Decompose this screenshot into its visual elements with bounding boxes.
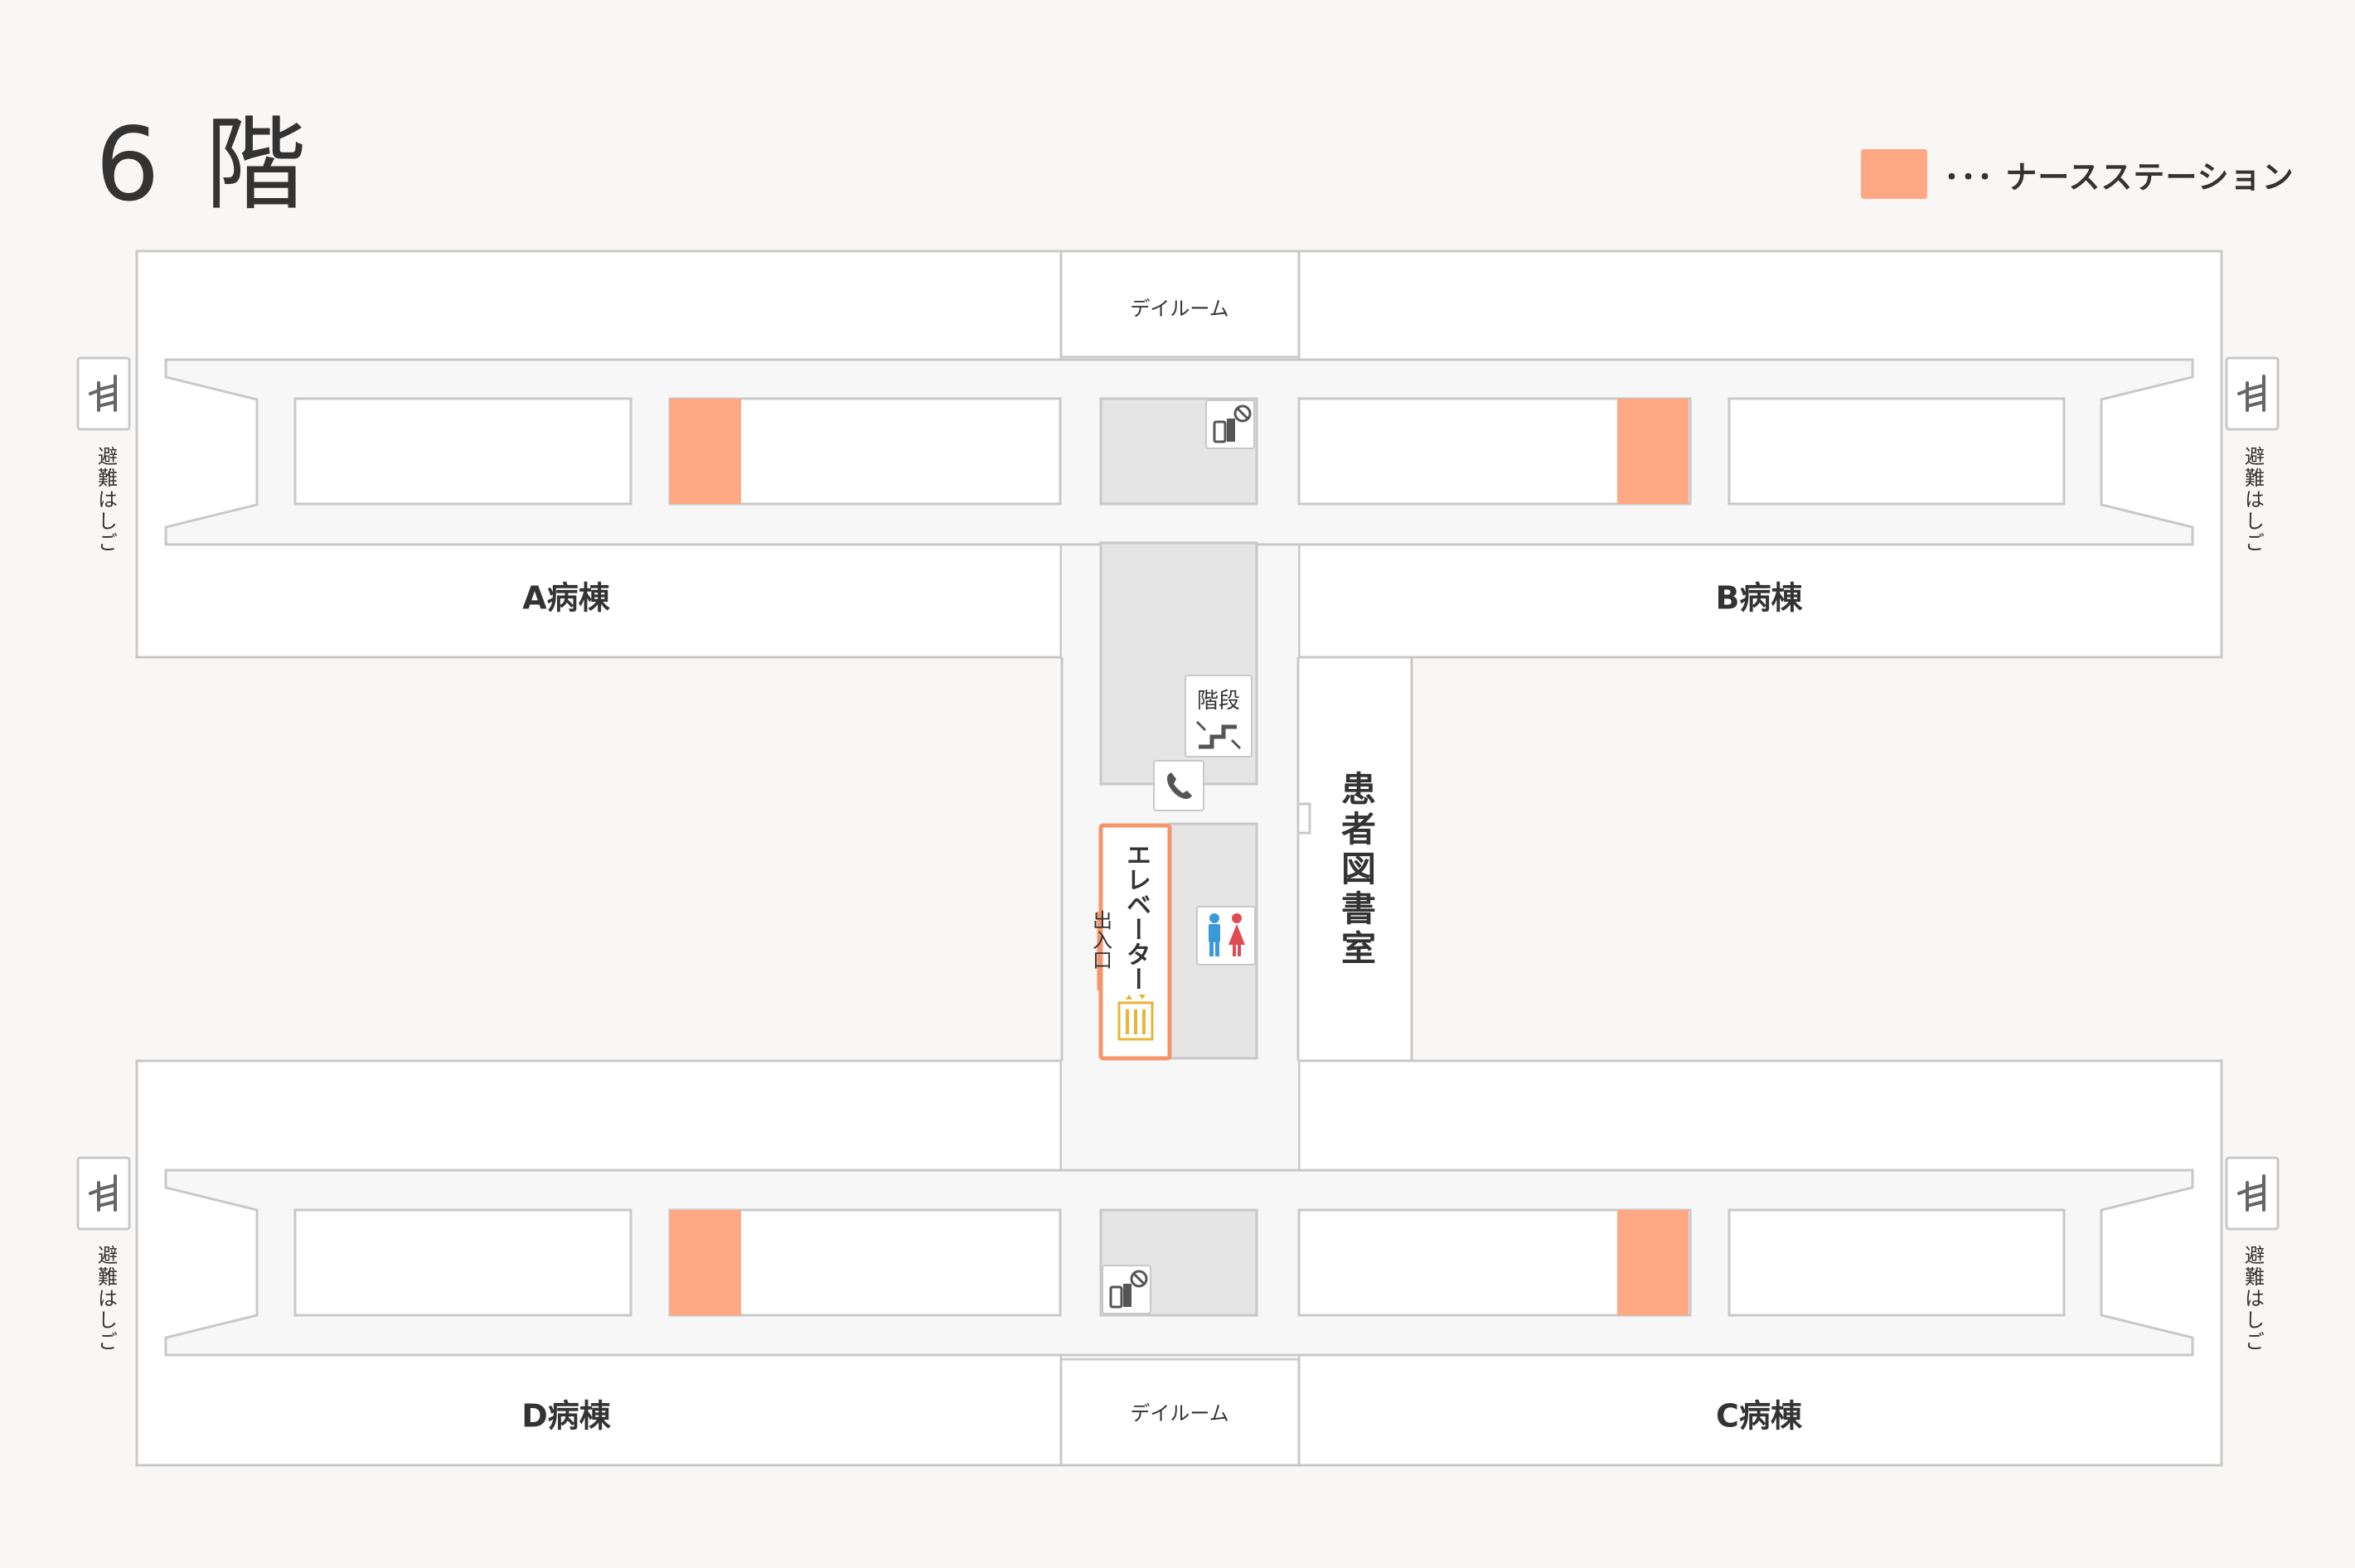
legend-label: ･･･ ナースステーション bbox=[1944, 158, 2294, 196]
floor-title: 6 階 bbox=[95, 106, 313, 224]
dayroom-top-label: デイルーム bbox=[1130, 297, 1229, 321]
nurse-station-d bbox=[670, 1210, 741, 1315]
legend: ･･･ ナースステーション bbox=[1861, 149, 2294, 199]
nurse-station-b bbox=[1617, 399, 1689, 504]
phone-box bbox=[1153, 760, 1204, 811]
ladder-box-bl bbox=[76, 1156, 131, 1231]
nurse-station-a bbox=[670, 399, 741, 504]
fire-extinguisher-icon bbox=[1205, 399, 1255, 449]
ward-d-label: D病棟 bbox=[521, 1397, 611, 1435]
elevator-entrance-label: 出入口 bbox=[1088, 910, 1112, 970]
restroom-box bbox=[1196, 906, 1256, 965]
ladder-box-br bbox=[2225, 1156, 2280, 1231]
floor-map: 6 階 ･･･ ナースステーション A病棟 B病棟 C病棟 D病棟 デイルーム … bbox=[0, 0, 2355, 1568]
nurse-station-swatch bbox=[1861, 149, 1927, 199]
library-label: 患者図書室 bbox=[1335, 771, 1377, 970]
room-b-2 bbox=[1727, 397, 2066, 506]
ward-c-label: C病棟 bbox=[1716, 1397, 1802, 1435]
room-a-1 bbox=[293, 397, 632, 506]
ward-a-label: A病棟 bbox=[522, 579, 610, 617]
fire-extinguisher-icon bbox=[1102, 1265, 1151, 1314]
stairs-label: 階段 bbox=[1196, 689, 1241, 714]
room-d-1 bbox=[293, 1208, 632, 1317]
room-c-2 bbox=[1727, 1208, 2066, 1317]
restroom-icon bbox=[1209, 913, 1219, 923]
dayroom-bottom-label: デイルーム bbox=[1130, 1401, 1229, 1425]
ladder-label-bl: 避難はしご bbox=[94, 1245, 118, 1353]
nurse-station-c bbox=[1617, 1210, 1689, 1315]
elevator-label: エレベーター bbox=[1122, 842, 1151, 991]
floor-plan bbox=[76, 249, 2280, 1467]
ladder-label-tr: 避難はしご bbox=[2241, 446, 2265, 554]
ward-b-label: B病棟 bbox=[1715, 579, 1803, 617]
ladder-box-tr bbox=[2225, 356, 2280, 431]
ladder-box-tl bbox=[76, 356, 131, 431]
ladder-label-br: 避難はしご bbox=[2241, 1245, 2265, 1353]
ladder-label-tl: 避難はしご bbox=[94, 446, 118, 554]
